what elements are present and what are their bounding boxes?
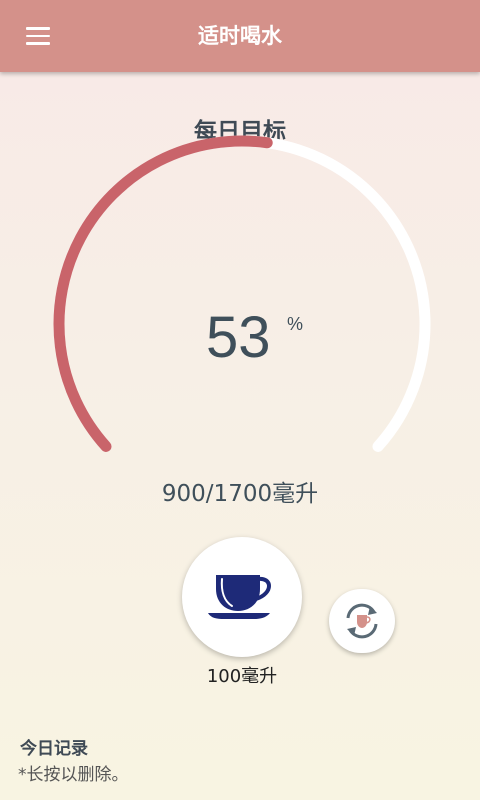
percent-sign: % <box>287 314 304 334</box>
swap-cup-icon <box>346 603 378 639</box>
amount-progress-text: 900/1700毫升 <box>161 481 319 507</box>
cup-size-label: 100毫升 <box>206 666 278 687</box>
percent-value: 53 <box>206 305 271 370</box>
today-records-title: 今日记录 <box>20 739 88 759</box>
progress-percent: 53 % <box>0 304 480 384</box>
coffee-cup-icon <box>208 575 271 619</box>
switch-cup-button[interactable] <box>329 589 395 653</box>
long-press-delete-hint: *长按以删除。 <box>18 765 129 785</box>
drink-cup-button[interactable] <box>182 537 302 657</box>
progress-ring-fill <box>53 135 273 452</box>
